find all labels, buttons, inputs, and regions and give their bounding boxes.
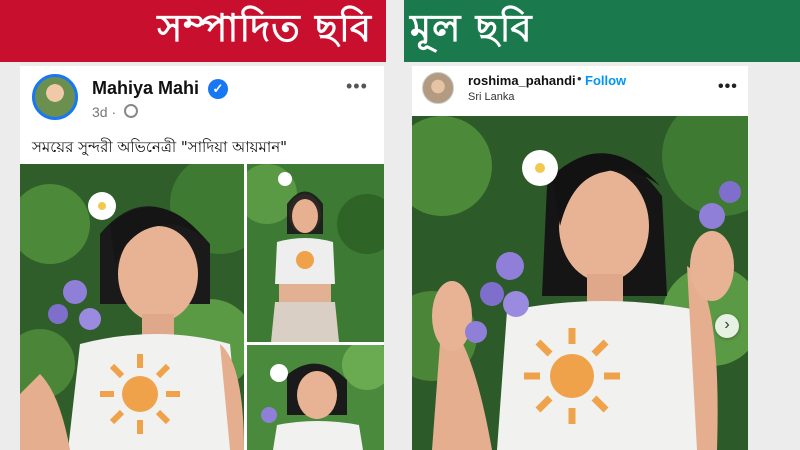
post-time[interactable]: 3d ·: [92, 104, 116, 120]
username[interactable]: roshima_pahandi: [468, 73, 576, 88]
post-caption: সময়ের সুন্দরী অভিনেত্রী "সাদিয়া আয়মান…: [32, 138, 288, 156]
separator-dot: •: [577, 71, 582, 86]
user-avatar[interactable]: [422, 72, 454, 104]
post-photo-main[interactable]: [20, 164, 244, 450]
author-name[interactable]: Mahiya Mahi: [92, 78, 199, 99]
follow-button[interactable]: Follow: [585, 73, 626, 88]
edited-image-label: সম্পাদিত ছবি: [157, 6, 372, 50]
post-photo-secondary[interactable]: [247, 164, 384, 342]
original-image-banner: মূল ছবি: [404, 0, 800, 62]
author-avatar[interactable]: [32, 74, 78, 120]
chevron-right-icon[interactable]: ›: [715, 314, 739, 338]
instagram-post: roshima_pahandi • Follow Sri Lanka ••• ›: [412, 66, 748, 450]
post-location[interactable]: Sri Lanka: [468, 91, 514, 103]
edited-image-banner: সম্পাদিত ছবি: [0, 0, 386, 62]
comparison-graphic: সম্পাদিত ছবি মূল ছবি Mahiya Mahi ✓ 3d · …: [0, 0, 800, 450]
original-image-label: মূল ছবি: [410, 6, 533, 50]
post-photo[interactable]: [412, 116, 748, 450]
globe-icon: [124, 104, 138, 118]
facebook-post: Mahiya Mahi ✓ 3d · ••• সময়ের সুন্দরী অভ…: [20, 66, 384, 450]
post-photo-tertiary[interactable]: [247, 345, 384, 450]
more-options-button[interactable]: •••: [346, 76, 368, 97]
verified-badge-icon: ✓: [208, 79, 228, 99]
more-options-button[interactable]: •••: [718, 78, 738, 96]
